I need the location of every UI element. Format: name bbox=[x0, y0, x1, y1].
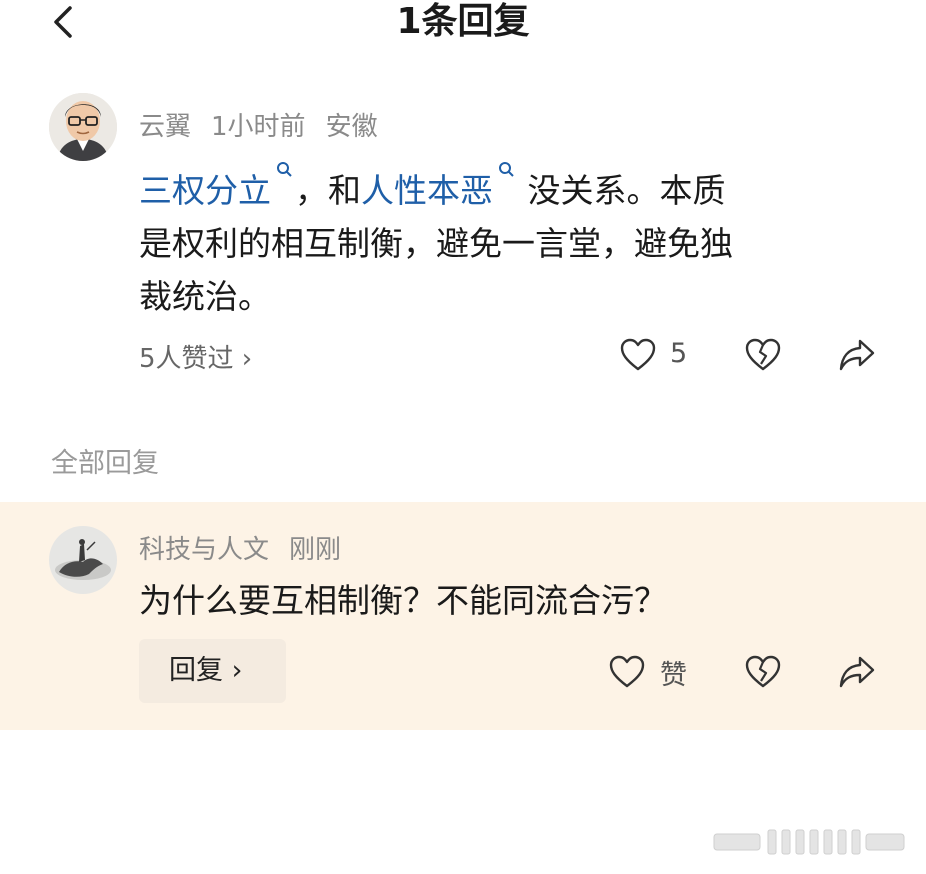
like-count: 5 bbox=[670, 338, 688, 369]
dislike-broken-heart-icon[interactable] bbox=[745, 338, 781, 372]
keyword-link-1[interactable]: 三权分立 bbox=[139, 171, 271, 210]
comment-line-2: 是权利的相互制衡，避免一言堂，避免独 bbox=[139, 224, 733, 263]
comment-body: 三权分立 ，和人性本恶 没关系。本质 是权利的相互制衡，避免一言堂，避免独 裁统治… bbox=[139, 160, 899, 323]
liked-by-link[interactable]: 5人赞过 › bbox=[139, 338, 252, 375]
search-icon[interactable] bbox=[497, 160, 517, 180]
reply-time: 刚刚 bbox=[289, 535, 342, 565]
reply-meta: 科技与人文 刚刚 bbox=[139, 529, 361, 566]
reply-username[interactable]: 科技与人文 bbox=[139, 535, 269, 565]
comment-username[interactable]: 云翼 bbox=[139, 112, 191, 142]
comment-line-1: 三权分立 ，和人性本恶 没关系。本质 bbox=[139, 160, 899, 217]
dislike-broken-heart-icon[interactable] bbox=[745, 655, 781, 689]
comment-text-segment: 没关系。本质 bbox=[527, 171, 726, 210]
share-icon[interactable] bbox=[838, 655, 876, 689]
comment-meta: 云翼 1小时前 安徽 bbox=[139, 106, 398, 143]
share-icon[interactable] bbox=[838, 338, 876, 372]
comment-line-3: 裁统治。 bbox=[139, 277, 271, 316]
all-replies-label: 全部回复 bbox=[51, 448, 159, 479]
watermark-logo bbox=[713, 829, 905, 855]
page-title: 1条回复 bbox=[396, 1, 530, 42]
comment-text-segment: ，和 bbox=[295, 171, 361, 210]
reply-avatar[interactable] bbox=[49, 526, 117, 594]
like-label[interactable]: 赞 bbox=[660, 653, 687, 692]
reply-body: 为什么要互相制衡？不能同流合污？ bbox=[139, 581, 667, 620]
heart-icon[interactable] bbox=[620, 338, 656, 372]
comment-time: 1小时前 bbox=[211, 112, 306, 142]
search-icon[interactable] bbox=[275, 160, 295, 180]
comment-location: 安徽 bbox=[325, 112, 378, 142]
keyword-link-2[interactable]: 人性本恶 bbox=[361, 171, 493, 210]
reply-button[interactable]: 回复 › bbox=[139, 639, 286, 703]
avatar[interactable] bbox=[49, 93, 117, 161]
heart-icon[interactable] bbox=[609, 655, 645, 689]
